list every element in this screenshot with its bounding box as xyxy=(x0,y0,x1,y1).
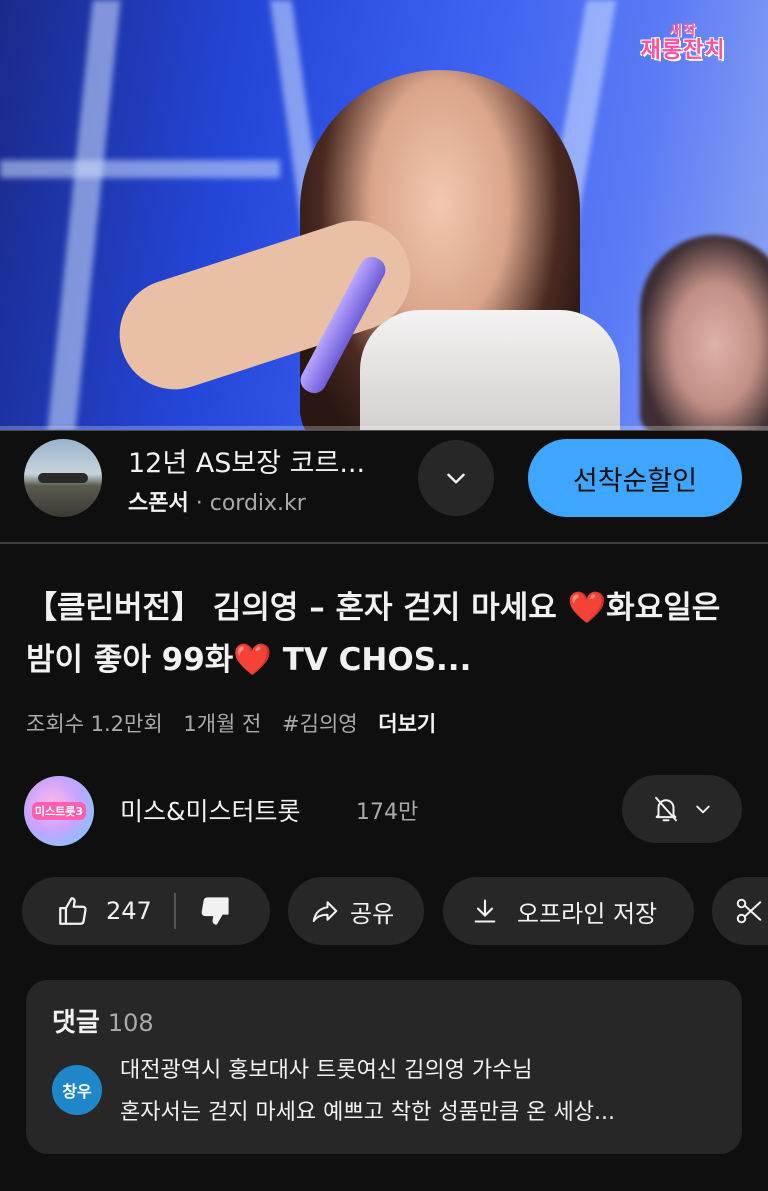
channel-avatar[interactable]: 미스트롯3 xyxy=(24,776,94,846)
heart-icon: ❤️ xyxy=(567,590,607,626)
title-part-1: 【클린버전】 김의영 – 혼자 걷지 마세요 xyxy=(26,590,568,626)
ad-separator: · xyxy=(195,491,203,516)
section-divider xyxy=(0,542,768,544)
notification-settings-button[interactable] xyxy=(622,775,742,843)
title-part-3: TV CHOS... xyxy=(271,642,472,678)
subscriber-count: 174만 xyxy=(356,800,419,825)
ad-banner[interactable]: 12년 AS보장 코르... 스폰서 · cordix.kr 선착순할인 xyxy=(0,431,768,543)
share-icon xyxy=(312,901,338,922)
comments-title: 댓글 xyxy=(52,1008,100,1038)
bell-off-icon xyxy=(655,796,677,822)
show-logo: 새작 재롱잔치 xyxy=(628,20,738,70)
video-title[interactable]: 【클린버전】 김의영 – 혼자 걷지 마세요 ❤️화요일은 밤이 좋아 99화❤… xyxy=(26,582,748,686)
ad-cta-button[interactable]: 선착순할인 xyxy=(528,439,742,517)
ad-thumbnail-plane xyxy=(38,473,88,483)
ad-sponsor-label: 스폰서 xyxy=(128,491,189,516)
background-performer xyxy=(640,235,768,430)
thumbs-up-icon[interactable] xyxy=(56,894,90,928)
offline-save-label: 오프라인 저장 xyxy=(517,899,658,928)
comment-line-1: 대전광역시 홍보대사 트롯여신 김의영 가수님 xyxy=(120,1058,533,1083)
channel-avatar-text: 미스트롯3 xyxy=(31,802,87,820)
channel-name[interactable]: 미스&미스터트롯 xyxy=(120,792,301,828)
singer-dress xyxy=(360,310,620,430)
share-label: 공유 xyxy=(350,899,395,928)
stage-light xyxy=(47,0,121,430)
hashtag-link[interactable]: #김의영 xyxy=(282,712,358,736)
action-bar: 247 공유 오프라인 저장 xyxy=(0,877,768,945)
video-meta[interactable]: 조회수 1.2만회 1개월 전 #김의영 더보기 xyxy=(26,708,450,738)
view-count: 조회수 1.2만회 xyxy=(26,712,163,736)
comments-header: 댓글 108 xyxy=(52,1002,154,1039)
like-separator xyxy=(173,893,176,929)
stage-light xyxy=(0,160,280,178)
ad-domain: cordix.kr xyxy=(209,491,306,516)
chevron-down-icon xyxy=(696,805,710,814)
clip-button[interactable] xyxy=(712,877,768,945)
ad-thumbnail[interactable] xyxy=(24,439,102,517)
chevron-down-icon xyxy=(447,473,465,484)
show-logo-main: 재롱잔치 xyxy=(640,38,726,63)
channel-row: 미스트롯3 미스&미스터트롯 174만 xyxy=(0,770,768,850)
upload-age: 1개월 전 xyxy=(183,712,262,736)
scissors-icon xyxy=(736,898,762,924)
heart-icon: ❤️ xyxy=(233,642,272,678)
like-dislike-group: 247 xyxy=(22,877,270,945)
share-button[interactable]: 공유 xyxy=(288,877,424,945)
like-count[interactable]: 247 xyxy=(106,897,152,925)
comments-count: 108 xyxy=(107,1009,154,1037)
more-button[interactable]: 더보기 xyxy=(378,712,436,736)
top-comment: 대전광역시 홍보대사 트롯여신 김의영 가수님 혼자서는 걷지 마세요 예쁘고 … xyxy=(120,1050,720,1134)
ad-expand-button[interactable] xyxy=(418,440,494,516)
comments-teaser[interactable]: 댓글 108 창우 대전광역시 홍보대사 트롯여신 김의영 가수님 혼자서는 걷지… xyxy=(26,980,742,1154)
show-logo-top: 새작 xyxy=(669,23,697,39)
commenter-avatar: 창우 xyxy=(52,1065,102,1115)
download-icon xyxy=(474,899,496,923)
comment-line-2: 혼자서는 걷지 마세요 예쁘고 착한 성품만큼 온 세상... xyxy=(120,1100,615,1125)
thumbs-down-icon[interactable] xyxy=(198,894,232,928)
ad-headline[interactable]: 12년 AS보장 코르... xyxy=(128,441,365,480)
ad-sponsor-line: 스폰서 · cordix.kr xyxy=(128,485,306,517)
offline-save-button[interactable]: 오프라인 저장 xyxy=(443,877,694,945)
video-player[interactable]: 새작 재롱잔치 xyxy=(0,0,768,430)
